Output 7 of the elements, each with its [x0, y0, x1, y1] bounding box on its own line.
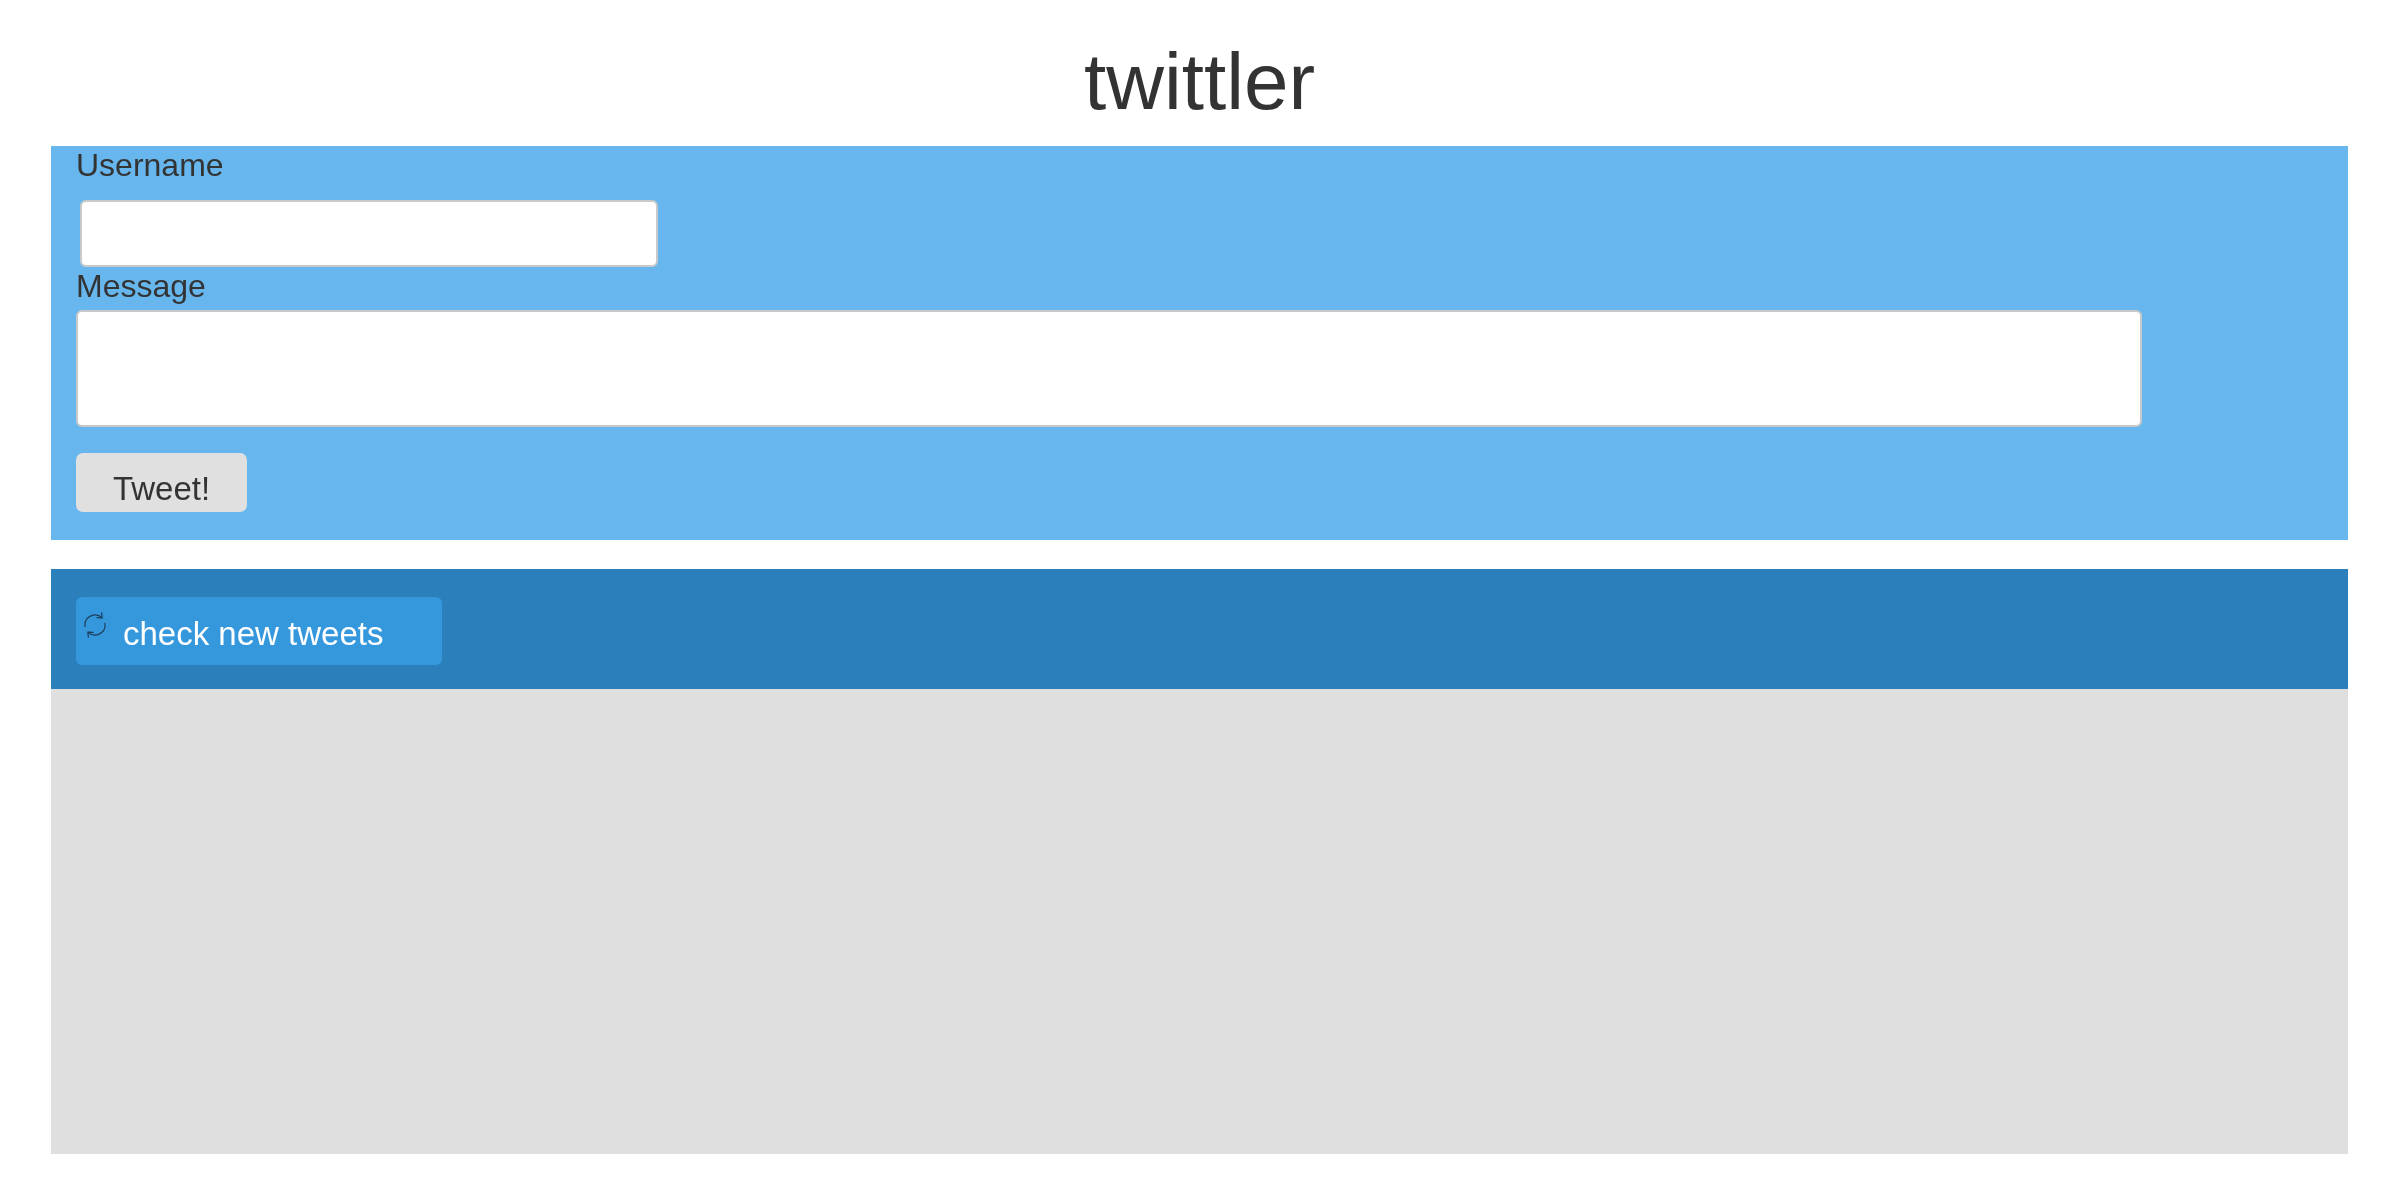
field-label: Username: [76, 146, 224, 185]
refresh-icon: [84, 611, 106, 638]
tweet-button[interactable]: Tweet!: [76, 452, 247, 512]
message-textarea[interactable]: [76, 309, 2142, 427]
username-input[interactable]: [80, 200, 658, 268]
app-title: twittler: [1083, 36, 1316, 128]
field-label: Message: [76, 267, 206, 306]
